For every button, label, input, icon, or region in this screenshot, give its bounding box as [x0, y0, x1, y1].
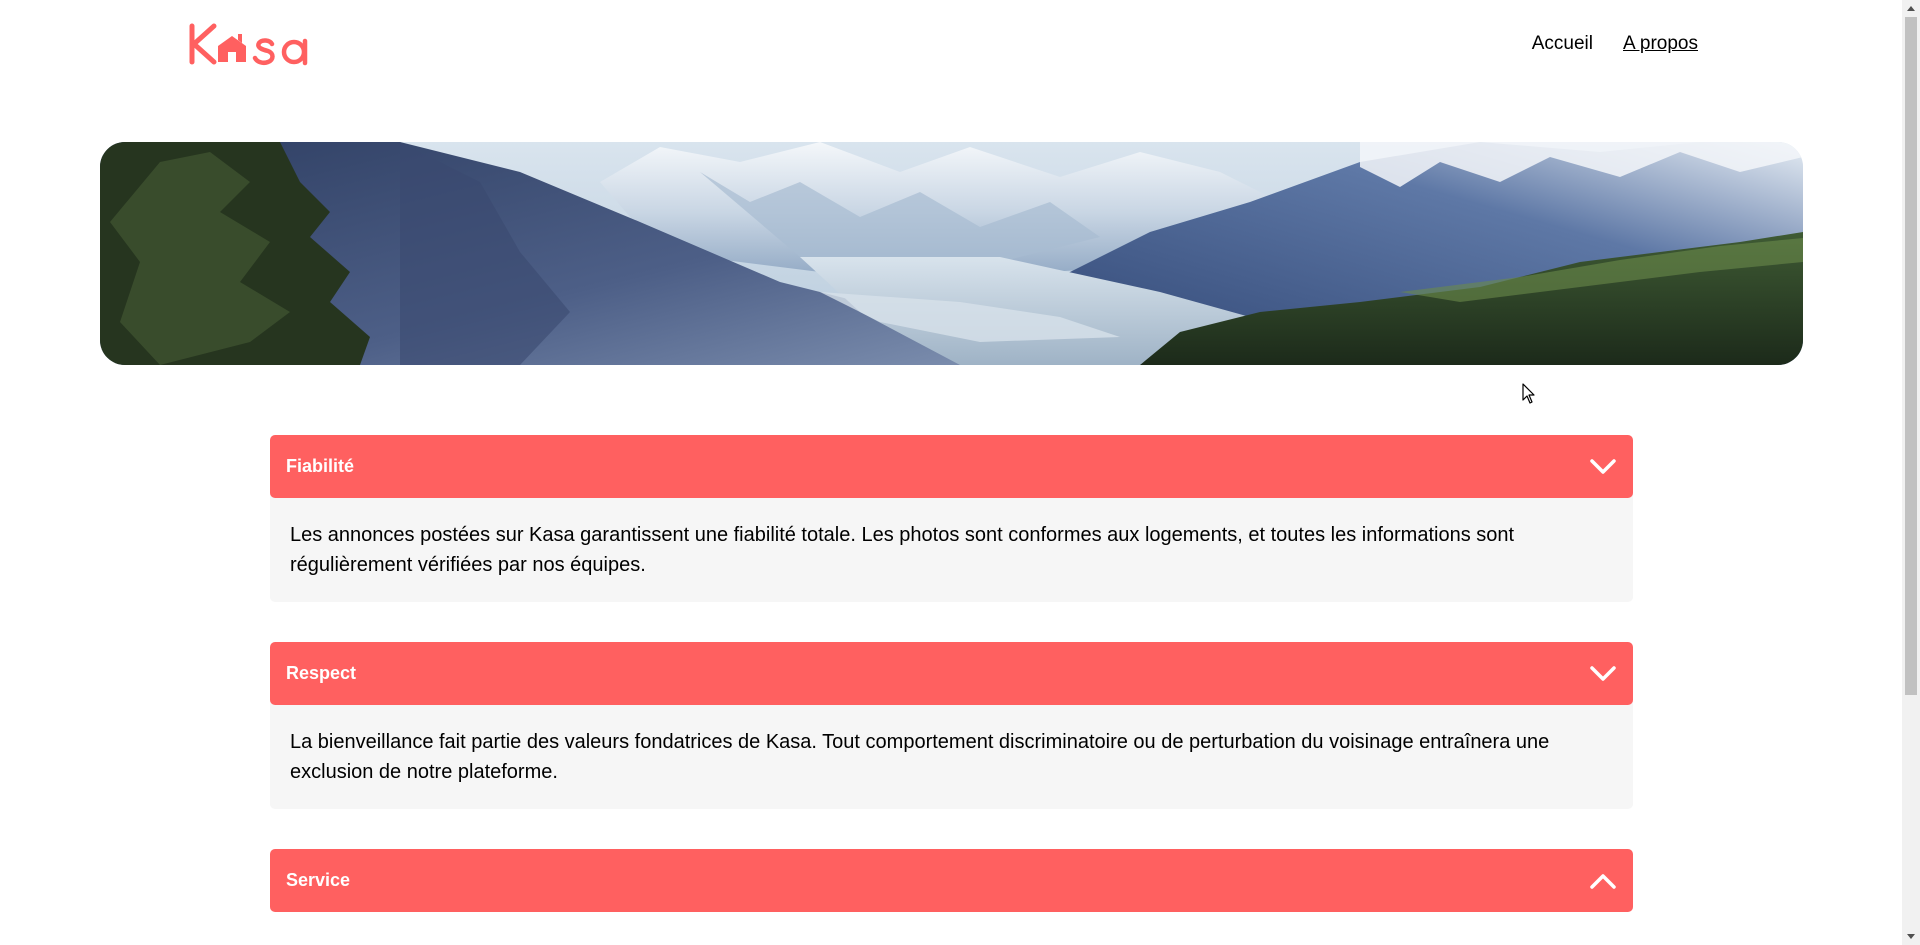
about-banner — [100, 142, 1803, 365]
vertical-scrollbar[interactable] — [1902, 0, 1920, 945]
collapse-header-respect[interactable]: Respect — [270, 642, 1633, 705]
nav-link-accueil[interactable]: Accueil — [1532, 33, 1593, 55]
scrollbar-thumb[interactable] — [1905, 17, 1917, 695]
chevron-up-icon[interactable] — [1590, 873, 1616, 889]
kasa-logo-mark — [189, 23, 308, 66]
collapse-body: La bienveillance fait partie des valeurs… — [270, 699, 1633, 809]
mountain-landscape-image — [100, 142, 1803, 365]
scroll-up-arrow-icon[interactable] — [1902, 0, 1920, 17]
collapse-respect: Respect La bienveillance fait partie des… — [270, 642, 1633, 809]
collapse-header-fiabilite[interactable]: Fiabilité — [270, 435, 1633, 498]
collapse-title: Fiabilité — [286, 456, 355, 476]
collapse-title: Service — [286, 870, 351, 890]
collapse-header-service[interactable]: Service — [270, 849, 1633, 912]
collapse-service: Service — [270, 849, 1633, 912]
chevron-down-icon[interactable] — [1590, 458, 1616, 475]
collapse-fiabilite: Fiabilité Les annonces postées sur Kasa … — [270, 435, 1633, 602]
mouse-cursor-icon — [1522, 383, 1535, 404]
collapse-title: Respect — [286, 663, 357, 683]
main-nav: Accueil A propos — [1532, 33, 1698, 55]
kasa-logo[interactable] — [188, 22, 316, 66]
page: Accueil A propos Fiabilité Les annonces … — [0, 0, 1902, 945]
chevron-down-icon[interactable] — [1590, 665, 1616, 682]
scroll-down-arrow-icon[interactable] — [1902, 928, 1920, 945]
collapse-body: Les annonces postées sur Kasa garantisse… — [270, 492, 1633, 602]
values-collapse-list: Fiabilité Les annonces postées sur Kasa … — [270, 435, 1633, 945]
nav-link-a-propos[interactable]: A propos — [1623, 33, 1698, 55]
